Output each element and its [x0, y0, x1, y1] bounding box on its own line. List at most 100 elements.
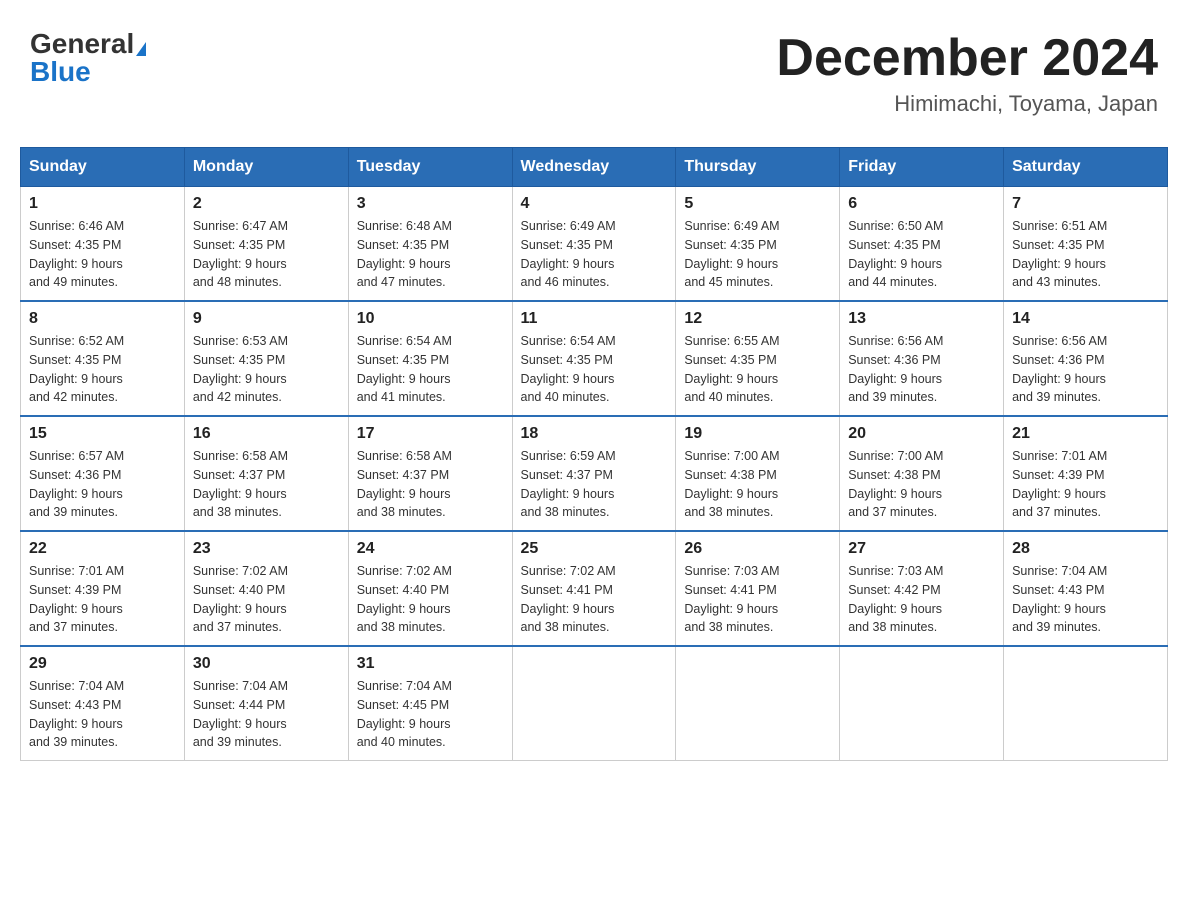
day-info: Sunrise: 6:49 AM Sunset: 4:35 PM Dayligh…: [684, 217, 831, 292]
day-info: Sunrise: 7:04 AM Sunset: 4:44 PM Dayligh…: [193, 677, 340, 752]
day-number: 17: [357, 425, 504, 443]
day-info: Sunrise: 7:02 AM Sunset: 4:40 PM Dayligh…: [193, 562, 340, 637]
day-info: Sunrise: 6:50 AM Sunset: 4:35 PM Dayligh…: [848, 217, 995, 292]
table-row: 19 Sunrise: 7:00 AM Sunset: 4:38 PM Dayl…: [676, 416, 840, 531]
day-number: 23: [193, 540, 340, 558]
table-row: 14 Sunrise: 6:56 AM Sunset: 4:36 PM Dayl…: [1004, 301, 1168, 416]
day-info: Sunrise: 6:49 AM Sunset: 4:35 PM Dayligh…: [521, 217, 668, 292]
day-number: 20: [848, 425, 995, 443]
calendar-table: Sunday Monday Tuesday Wednesday Thursday…: [20, 147, 1168, 761]
day-info: Sunrise: 6:58 AM Sunset: 4:37 PM Dayligh…: [193, 447, 340, 522]
day-info: Sunrise: 6:52 AM Sunset: 4:35 PM Dayligh…: [29, 332, 176, 407]
table-row: 17 Sunrise: 6:58 AM Sunset: 4:37 PM Dayl…: [348, 416, 512, 531]
day-number: 24: [357, 540, 504, 558]
table-row: 12 Sunrise: 6:55 AM Sunset: 4:35 PM Dayl…: [676, 301, 840, 416]
day-number: 6: [848, 195, 995, 213]
table-row: 24 Sunrise: 7:02 AM Sunset: 4:40 PM Dayl…: [348, 531, 512, 646]
table-row: 20 Sunrise: 7:00 AM Sunset: 4:38 PM Dayl…: [840, 416, 1004, 531]
table-row: [676, 646, 840, 761]
month-title: December 2024: [776, 30, 1158, 87]
day-info: Sunrise: 7:04 AM Sunset: 4:45 PM Dayligh…: [357, 677, 504, 752]
day-number: 26: [684, 540, 831, 558]
day-info: Sunrise: 6:55 AM Sunset: 4:35 PM Dayligh…: [684, 332, 831, 407]
day-info: Sunrise: 6:56 AM Sunset: 4:36 PM Dayligh…: [848, 332, 995, 407]
table-row: 1 Sunrise: 6:46 AM Sunset: 4:35 PM Dayli…: [21, 187, 185, 302]
day-info: Sunrise: 7:00 AM Sunset: 4:38 PM Dayligh…: [684, 447, 831, 522]
day-info: Sunrise: 7:02 AM Sunset: 4:40 PM Dayligh…: [357, 562, 504, 637]
page-header: General Blue December 2024 Himimachi, To…: [20, 20, 1168, 127]
day-info: Sunrise: 6:59 AM Sunset: 4:37 PM Dayligh…: [521, 447, 668, 522]
table-row: 11 Sunrise: 6:54 AM Sunset: 4:35 PM Dayl…: [512, 301, 676, 416]
table-row: 8 Sunrise: 6:52 AM Sunset: 4:35 PM Dayli…: [21, 301, 185, 416]
header-sunday: Sunday: [21, 148, 185, 187]
day-info: Sunrise: 7:04 AM Sunset: 4:43 PM Dayligh…: [1012, 562, 1159, 637]
table-row: 2 Sunrise: 6:47 AM Sunset: 4:35 PM Dayli…: [184, 187, 348, 302]
table-row: 22 Sunrise: 7:01 AM Sunset: 4:39 PM Dayl…: [21, 531, 185, 646]
table-row: 21 Sunrise: 7:01 AM Sunset: 4:39 PM Dayl…: [1004, 416, 1168, 531]
day-number: 30: [193, 655, 340, 673]
table-row: 30 Sunrise: 7:04 AM Sunset: 4:44 PM Dayl…: [184, 646, 348, 761]
table-row: 25 Sunrise: 7:02 AM Sunset: 4:41 PM Dayl…: [512, 531, 676, 646]
logo-general-text: General: [30, 28, 134, 59]
day-number: 10: [357, 310, 504, 328]
day-number: 5: [684, 195, 831, 213]
day-number: 14: [1012, 310, 1159, 328]
location-text: Himimachi, Toyama, Japan: [776, 91, 1158, 117]
table-row: 9 Sunrise: 6:53 AM Sunset: 4:35 PM Dayli…: [184, 301, 348, 416]
day-info: Sunrise: 6:57 AM Sunset: 4:36 PM Dayligh…: [29, 447, 176, 522]
day-number: 18: [521, 425, 668, 443]
day-info: Sunrise: 7:01 AM Sunset: 4:39 PM Dayligh…: [1012, 447, 1159, 522]
logo-blue-text: Blue: [30, 58, 91, 86]
day-number: 12: [684, 310, 831, 328]
table-row: 13 Sunrise: 6:56 AM Sunset: 4:36 PM Dayl…: [840, 301, 1004, 416]
day-number: 13: [848, 310, 995, 328]
day-info: Sunrise: 6:51 AM Sunset: 4:35 PM Dayligh…: [1012, 217, 1159, 292]
logo-text: General: [30, 30, 146, 58]
day-info: Sunrise: 7:02 AM Sunset: 4:41 PM Dayligh…: [521, 562, 668, 637]
header-thursday: Thursday: [676, 148, 840, 187]
header-tuesday: Tuesday: [348, 148, 512, 187]
table-row: 28 Sunrise: 7:04 AM Sunset: 4:43 PM Dayl…: [1004, 531, 1168, 646]
table-row: 4 Sunrise: 6:49 AM Sunset: 4:35 PM Dayli…: [512, 187, 676, 302]
day-info: Sunrise: 6:58 AM Sunset: 4:37 PM Dayligh…: [357, 447, 504, 522]
day-number: 25: [521, 540, 668, 558]
day-info: Sunrise: 7:04 AM Sunset: 4:43 PM Dayligh…: [29, 677, 176, 752]
day-number: 21: [1012, 425, 1159, 443]
day-number: 19: [684, 425, 831, 443]
day-number: 9: [193, 310, 340, 328]
header-saturday: Saturday: [1004, 148, 1168, 187]
table-row: 5 Sunrise: 6:49 AM Sunset: 4:35 PM Dayli…: [676, 187, 840, 302]
table-row: [840, 646, 1004, 761]
table-row: 18 Sunrise: 6:59 AM Sunset: 4:37 PM Dayl…: [512, 416, 676, 531]
table-row: 7 Sunrise: 6:51 AM Sunset: 4:35 PM Dayli…: [1004, 187, 1168, 302]
day-info: Sunrise: 7:01 AM Sunset: 4:39 PM Dayligh…: [29, 562, 176, 637]
header-wednesday: Wednesday: [512, 148, 676, 187]
table-row: 27 Sunrise: 7:03 AM Sunset: 4:42 PM Dayl…: [840, 531, 1004, 646]
logo: General Blue: [30, 30, 146, 86]
day-info: Sunrise: 6:48 AM Sunset: 4:35 PM Dayligh…: [357, 217, 504, 292]
table-row: [512, 646, 676, 761]
table-row: 23 Sunrise: 7:02 AM Sunset: 4:40 PM Dayl…: [184, 531, 348, 646]
day-info: Sunrise: 6:46 AM Sunset: 4:35 PM Dayligh…: [29, 217, 176, 292]
day-info: Sunrise: 7:03 AM Sunset: 4:42 PM Dayligh…: [848, 562, 995, 637]
day-number: 7: [1012, 195, 1159, 213]
day-number: 29: [29, 655, 176, 673]
table-row: 6 Sunrise: 6:50 AM Sunset: 4:35 PM Dayli…: [840, 187, 1004, 302]
day-info: Sunrise: 6:56 AM Sunset: 4:36 PM Dayligh…: [1012, 332, 1159, 407]
day-info: Sunrise: 7:00 AM Sunset: 4:38 PM Dayligh…: [848, 447, 995, 522]
table-row: 26 Sunrise: 7:03 AM Sunset: 4:41 PM Dayl…: [676, 531, 840, 646]
day-number: 28: [1012, 540, 1159, 558]
day-number: 16: [193, 425, 340, 443]
header-friday: Friday: [840, 148, 1004, 187]
day-number: 31: [357, 655, 504, 673]
day-info: Sunrise: 7:03 AM Sunset: 4:41 PM Dayligh…: [684, 562, 831, 637]
day-info: Sunrise: 6:54 AM Sunset: 4:35 PM Dayligh…: [521, 332, 668, 407]
header-monday: Monday: [184, 148, 348, 187]
day-number: 22: [29, 540, 176, 558]
day-number: 1: [29, 195, 176, 213]
table-row: 29 Sunrise: 7:04 AM Sunset: 4:43 PM Dayl…: [21, 646, 185, 761]
table-row: 31 Sunrise: 7:04 AM Sunset: 4:45 PM Dayl…: [348, 646, 512, 761]
day-number: 15: [29, 425, 176, 443]
day-number: 4: [521, 195, 668, 213]
day-info: Sunrise: 6:53 AM Sunset: 4:35 PM Dayligh…: [193, 332, 340, 407]
